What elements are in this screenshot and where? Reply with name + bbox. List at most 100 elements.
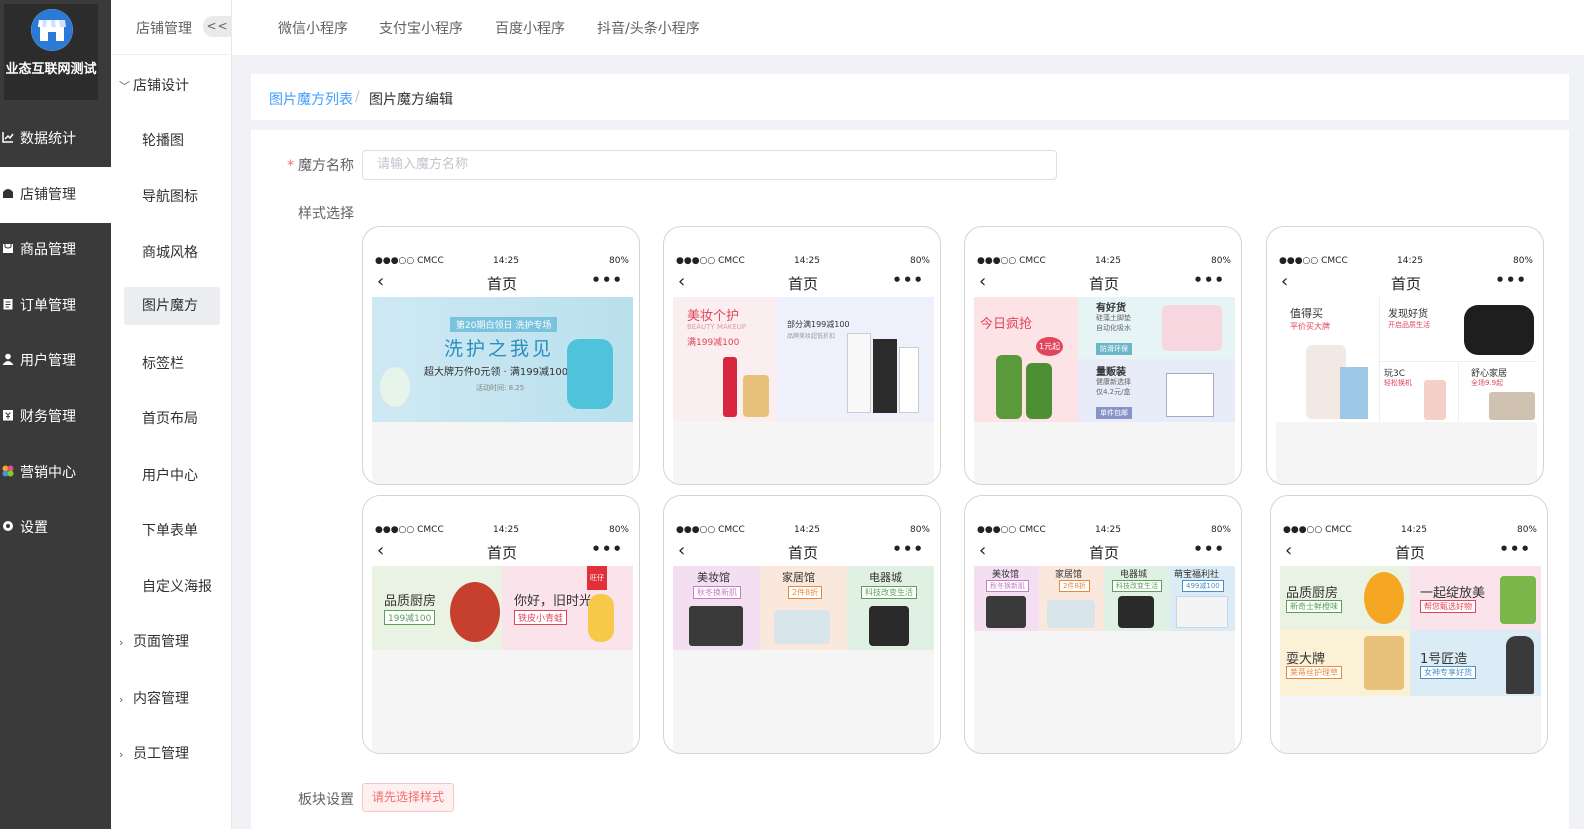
cell-2: 家居馆 2件8折	[760, 566, 847, 650]
cell-left: 值得买 平价买大牌	[1276, 297, 1380, 422]
style-template-8[interactable]: ●●●○○ CMCC 14:25 80% ‹ 首页 ••• 品质厨房 新奇士鲜橙味 一起…	[1270, 495, 1548, 754]
more-icon: •••	[591, 271, 623, 289]
product-image	[899, 347, 919, 413]
subnav-item-carousel[interactable]: 轮播图	[142, 130, 184, 150]
subnav-item-order-form[interactable]: 下单表单	[142, 520, 198, 540]
product-image	[1364, 572, 1404, 624]
subnav-group-page-mgmt[interactable]: › 页面管理	[119, 631, 189, 651]
subnav-group-label: 员工管理	[133, 746, 189, 762]
subnav-group-store-design[interactable]: ﹀ 店铺设计	[119, 75, 189, 95]
product-image	[743, 375, 769, 417]
sub-sidebar-title: 店铺管理	[136, 21, 192, 37]
required-mark: *	[287, 158, 294, 174]
product-image	[1026, 363, 1052, 419]
subnav-item-image-cube[interactable]: 图片魔方	[124, 287, 220, 325]
goods-icon	[3, 244, 13, 253]
template-preview: 美妆个护 BEAUTY MAKEUP 满199减100 部分满199减100 品…	[673, 297, 934, 484]
product-image	[1340, 367, 1368, 419]
store-logo-icon	[31, 9, 73, 51]
app-logo-block[interactable]: 业态互联网测试	[4, 4, 98, 100]
breadcrumb-current: 图片魔方编辑	[369, 92, 453, 108]
style-template-2[interactable]: ●●●○○ CMCC 14:25 80% ‹ 首页 ••• 美妆个护 BEAUTY MA…	[663, 226, 941, 485]
phone-nav: ‹ 首页 •••	[377, 540, 623, 562]
sidebar-item-label: 订单管理	[20, 298, 76, 314]
name-label: * 魔方名称	[287, 158, 354, 174]
cube-name-input[interactable]: 请输入魔方名称	[362, 150, 1057, 180]
subnav-item-user-center[interactable]: 用户中心	[142, 465, 198, 485]
template-preview: 今日疯抢 1元起 有好货 硅藻土脚垫 自动化吸水 防滑环保 量贩装 健康新选择 …	[974, 297, 1235, 484]
style-template-1[interactable]: ●●●○○ CMCC 14:25 80% ‹ 首页 ••• 第20期白领日 洗护专场 洗…	[362, 226, 640, 485]
sidebar-item-label: 营销中心	[20, 465, 76, 481]
style-template-6[interactable]: ●●●○○ CMCC 14:25 80% ‹ 首页 ••• 美妆馆 秋冬换新肌 家居馆 …	[663, 495, 941, 754]
chevron-right-icon: ›	[119, 748, 124, 761]
cell-3: 电器城 科技改变生活	[1104, 566, 1170, 631]
sidebar-item-store[interactable]: 店铺管理	[0, 167, 111, 223]
status-bar: ●●●○○ CMCC 14:25 80%	[375, 525, 629, 535]
template-preview: 品质厨房 新奇士鲜橙味 一起绽放美 帮您甄选好物 耍大牌 莱蒂丝护理草 1号匠造…	[1280, 566, 1541, 753]
gear-icon	[3, 521, 13, 531]
product-image	[847, 333, 871, 413]
main-sidebar: 业态互联网测试 数据统计 店铺管理 商品管理 订单管理 用户管理 财务管理 营销…	[0, 0, 111, 829]
cell-4: 萌宝福利社 499减100	[1170, 566, 1235, 631]
cell-2: 家居馆 2件8折	[1039, 566, 1104, 631]
subnav-item-home-layout[interactable]: 首页布局	[142, 408, 198, 428]
sidebar-item-label: 用户管理	[20, 353, 76, 369]
collapse-button[interactable]: <<	[203, 16, 232, 37]
product-image	[774, 610, 830, 644]
more-icon: •••	[591, 540, 623, 558]
tab-wechat[interactable]: 微信小程序	[278, 18, 348, 38]
product-image	[1489, 392, 1535, 420]
cell-3: 电器城 科技改变生活	[847, 566, 934, 650]
user-icon	[2, 353, 14, 365]
sidebar-item-marketing[interactable]: 营销中心	[0, 445, 111, 501]
finance-icon	[3, 410, 13, 421]
cell-1: 美妆馆 秋冬换新肌	[974, 566, 1039, 631]
subnav-item-tabbar[interactable]: 标签栏	[142, 353, 184, 373]
breadcrumb-link-list[interactable]: 图片魔方列表	[269, 89, 353, 109]
sub-sidebar-header: 店铺管理 <<	[111, 0, 232, 55]
cell-right: 你好，旧时光 铁皮小青蛙 旺仔	[502, 566, 633, 650]
sidebar-item-users[interactable]: 用户管理	[0, 333, 111, 389]
edit-form-card: * 魔方名称 请输入魔方名称 样式选择 ●●●○○ CMCC 14:25 80% ‹ 首…	[251, 130, 1569, 829]
template-preview: 品质厨房 199减100 你好，旧时光 铁皮小青蛙 旺仔	[372, 566, 633, 753]
bottle-image	[567, 339, 613, 409]
product-image	[869, 606, 909, 646]
style-template-4[interactable]: ●●●○○ CMCC 14:25 80% ‹ 首页 ••• 值得买 平价买大牌 发现好货…	[1266, 226, 1544, 485]
sidebar-item-label: 商品管理	[20, 242, 76, 258]
marketing-icon	[2, 465, 14, 477]
select-style-first-button[interactable]: 请先选择样式	[362, 783, 454, 812]
sidebar-item-data-stats[interactable]: 数据统计	[0, 111, 111, 167]
subnav-item-mall-style[interactable]: 商城风格	[142, 242, 198, 262]
more-icon: •••	[1499, 540, 1531, 558]
breadcrumb: 图片魔方列表 / 图片魔方编辑	[251, 74, 1569, 120]
status-bar: ●●●○○ CMCC 14:25 80%	[676, 256, 930, 266]
cell-left: 今日疯抢 1元起	[974, 297, 1078, 422]
tab-douyin[interactable]: 抖音/头条小程序	[597, 18, 700, 38]
subnav-item-nav-icons[interactable]: 导航图标	[142, 186, 198, 206]
status-bar: ●●●○○ CMCC 14:25 80%	[1283, 525, 1537, 535]
style-template-3[interactable]: ●●●○○ CMCC 14:25 80% ‹ 首页 ••• 今日疯抢 1元起 有好货 硅…	[964, 226, 1242, 485]
style-template-5[interactable]: ●●●○○ CMCC 14:25 80% ‹ 首页 ••• 品质厨房 199减100 你…	[362, 495, 640, 754]
status-bar: ●●●○○ CMCC 14:25 80%	[977, 256, 1231, 266]
sidebar-item-finance[interactable]: 财务管理	[0, 389, 111, 445]
cell-bottom-right: 量贩装 健康新选择 仅4.2元/盒 单件包邮	[1078, 359, 1235, 422]
sidebar-item-goods[interactable]: 商品管理	[0, 222, 111, 278]
product-image	[450, 582, 500, 642]
chevron-right-icon: ›	[119, 636, 124, 649]
cell-2: 一起绽放美 帮您甄选好物	[1410, 566, 1541, 630]
subnav-item-custom-poster[interactable]: 自定义海报	[142, 576, 212, 596]
style-template-7[interactable]: ●●●○○ CMCC 14:25 80% ‹ 首页 ••• 美妆馆 秋冬换新肌 家居馆 …	[964, 495, 1242, 754]
product-image	[723, 357, 737, 417]
sidebar-item-orders[interactable]: 订单管理	[0, 278, 111, 334]
tab-alipay[interactable]: 支付宝小程序	[379, 18, 463, 38]
block-label: 板块设置	[298, 792, 354, 808]
subnav-group-staff-mgmt[interactable]: › 员工管理	[119, 743, 189, 763]
sidebar-item-label: 数据统计	[20, 131, 76, 147]
phone-nav: ‹ 首页 •••	[979, 271, 1225, 293]
subnav-group-content-mgmt[interactable]: › 内容管理	[119, 688, 189, 708]
more-icon: •••	[1495, 271, 1527, 289]
sidebar-item-settings[interactable]: 设置	[0, 500, 111, 556]
product-image	[1364, 636, 1404, 690]
style-label: 样式选择	[298, 206, 354, 222]
tab-baidu[interactable]: 百度小程序	[495, 18, 565, 38]
